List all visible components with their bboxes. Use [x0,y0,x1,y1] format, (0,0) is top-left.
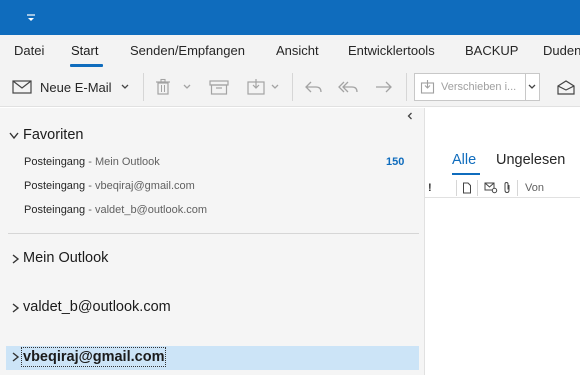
tab-datei[interactable]: Datei [14,43,44,58]
chevron-down-icon[interactable] [120,83,130,91]
new-mail-label: Neue E-Mail [40,79,112,95]
read-unread-button[interactable] [556,67,576,107]
favorites-title[interactable]: Favoriten [23,127,83,143]
tab-entwicklertools[interactable]: Entwicklertools [348,43,435,58]
chevron-down-icon[interactable] [8,131,20,141]
move-to-folder-icon [420,80,435,94]
tab-backup[interactable]: BACKUP [465,43,518,58]
filter-tab-unread[interactable]: Ungelesen [496,152,565,168]
mail-icon [12,80,32,94]
folder-pane [0,108,424,375]
favorites-divider [8,233,419,234]
open-envelope-icon [557,80,575,95]
importance-column[interactable]: ! [428,182,432,194]
toolbar-divider [143,73,144,101]
reply-all-icon [338,81,358,93]
document-icon[interactable] [462,182,472,194]
folder-name: Posteingang [24,156,86,168]
tab-start[interactable]: Start [71,43,98,58]
reminder-envelope-icon[interactable] [484,181,498,194]
chevron-right-icon[interactable] [10,302,20,314]
pane-divider[interactable] [424,108,425,375]
forward-icon [376,81,392,93]
folder-account: valdet_b@outlook.com [94,204,208,216]
quick-move-dropdown[interactable]: Verschieben i... [414,73,540,101]
active-filter-indicator [452,173,480,175]
folder-account: Mein Outlook [94,156,160,168]
archive-button[interactable] [208,67,230,107]
delete-button[interactable] [154,67,192,107]
forward-button[interactable] [374,67,394,107]
move-to-button[interactable] [246,67,280,107]
chevron-down-icon[interactable] [270,83,280,91]
reply-all-button[interactable] [338,67,360,107]
quick-move-toggle[interactable] [525,74,539,100]
column-divider[interactable] [456,180,457,196]
chevron-right-icon[interactable] [10,253,20,265]
chevron-down-icon[interactable] [182,83,192,91]
account-mein-outlook[interactable]: Mein Outlook [23,250,108,266]
customize-quick-access-icon[interactable] [24,11,38,25]
ribbon-tabs: Datei Start Senden/Empfangen Ansicht Ent… [0,35,580,67]
filter-tab-all[interactable]: Alle [452,152,476,168]
toolbar-divider [406,73,407,101]
quick-move-label: Verschieben i... [441,81,517,93]
favorite-folder-row[interactable]: Posteingang - Mein Outlook [24,156,160,168]
folder-account: vbeqiraj@gmail.com [94,180,195,192]
column-divider[interactable] [477,180,478,196]
move-to-icon [247,79,265,95]
tab-senden-empfangen[interactable]: Senden/Empfangen [130,43,245,58]
favorite-folder-row[interactable]: Posteingang - valdet_b@outlook.com [24,204,207,216]
archive-icon [209,80,229,95]
collapse-folder-pane-icon[interactable] [404,110,416,122]
account-vbeqiraj-gmail[interactable]: vbeqiraj@gmail.com [20,347,167,367]
folder-name: Posteingang [24,180,86,192]
title-bar [0,0,580,35]
favorite-folder-row[interactable]: Posteingang - vbeqiraj@gmail.com [24,180,195,192]
delete-icon [156,78,170,95]
attachment-icon[interactable] [502,181,512,194]
from-column[interactable]: Von [525,182,544,194]
chevron-right-icon[interactable] [10,351,20,363]
toolbar-divider [292,73,293,101]
tab-duden[interactable]: Duden [543,43,580,58]
tab-ansicht[interactable]: Ansicht [276,43,319,58]
unread-count-badge: 150 [386,156,405,168]
reply-button[interactable] [304,67,324,107]
reply-icon [305,81,322,93]
new-mail-button[interactable]: Neue E-Mail [12,67,130,107]
ribbon-toolbar: Neue E-Mail Verschieben i... [0,67,580,107]
folder-name: Posteingang [24,204,86,216]
chevron-down-icon [528,84,536,89]
account-valdet-outlook[interactable]: valdet_b@outlook.com [23,299,171,315]
column-divider[interactable] [517,180,518,196]
